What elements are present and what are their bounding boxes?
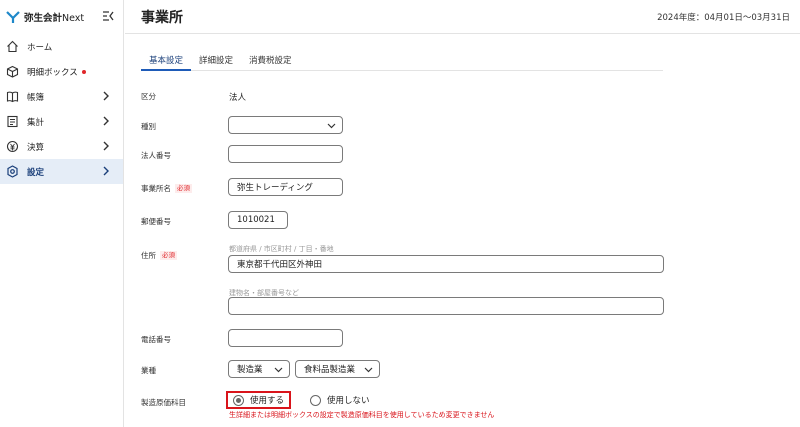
address-input-1[interactable]: 東京都千代田区外神田 [228,255,664,273]
sidebar-item-ledger[interactable]: 帳簿 [0,84,123,109]
chevron-down-icon [274,367,283,373]
collapse-sidebar-icon[interactable] [102,10,114,22]
radio-label: 使用する [250,396,285,406]
office-name-input[interactable]: 弥生トレーディング [228,178,343,196]
notification-dot [81,69,86,74]
tab-detail-settings[interactable]: 詳細設定 [191,49,241,71]
required-badge: 必須 [160,251,177,260]
main-content: 基本設定 詳細設定 消費税設定 区分 法人 種別 法人番号 事業所名 必須 弥生ト… [125,35,800,427]
radio-not-use[interactable]: 使用しない [305,391,375,409]
sidebar-item-settings[interactable]: 設定 [0,159,123,184]
tab-basic-settings[interactable]: 基本設定 [141,49,192,71]
box-icon [6,65,19,78]
type-label: 種別 [141,122,156,131]
sidebar-item-label: 設定 [27,167,45,178]
category-value: 法人 [229,93,247,103]
type-select[interactable] [228,116,343,134]
sheet-icon [7,115,18,128]
chevron-right-icon [103,141,109,151]
gear-icon [7,165,18,178]
industry-select-2[interactable]: 食料品製造業 [295,360,380,378]
sidebar-item-settlement[interactable]: 決算 [0,134,123,159]
industry-label: 業種 [141,366,156,375]
home-icon [7,40,18,53]
book-icon [6,91,19,103]
sidebar-item-label: ホーム [27,42,53,53]
corp-number-label: 法人番号 [141,151,171,160]
warning-message: 生詳細または明細ボックスの設定で製造原価科目を使用しているため変更できません [229,411,495,419]
sidebar-item-summary[interactable]: 集計 [0,109,123,134]
required-badge: 必須 [175,184,192,193]
tab-tax-settings[interactable]: 消費税設定 [241,49,300,71]
sidebar-item-home[interactable]: ホーム [0,34,123,59]
address-hint-1: 都道府県 / 市区町村 / 丁目・番地 [229,245,334,253]
tab-bar: 基本設定 詳細設定 消費税設定 [141,49,663,71]
postal-label: 郵便番号 [141,217,171,226]
sidebar-item-label: 集計 [27,117,45,128]
address-input-2[interactable] [228,297,664,315]
chevron-right-icon [103,116,109,126]
sidebar-item-label: 明細ボックス [27,67,78,78]
brand-name: 弥生会計Next [24,13,85,24]
chevron-right-icon [103,91,109,101]
sidebar-item-label: 決算 [27,142,45,153]
page-title: 事業所 [141,10,183,26]
office-name-label: 事業所名 必須 [141,184,192,193]
yayoi-logo-icon [6,11,20,23]
category-label: 区分 [141,92,156,101]
chevron-right-icon [103,166,109,176]
chevron-down-icon [327,123,336,129]
fiscal-year[interactable]: 2024年度：04月01日〜03月31日 [657,11,790,23]
chevron-down-icon [364,367,373,373]
settlement-icon [6,140,19,153]
sidebar: 弥生会計Next ホーム 明細ボックス 帳簿 集計 決算 設定 [0,0,124,427]
radio-label: 使用しない [327,396,370,406]
header: 事業所 2024年度：04月01日〜03月31日 [125,0,800,34]
phone-label: 電話番号 [141,335,171,344]
phone-input[interactable] [228,329,343,347]
manufacturing-cost-label: 製造原価科目 [141,398,186,407]
sidebar-item-label: 帳簿 [27,92,45,103]
sidebar-item-detail-box[interactable]: 明細ボックス [0,59,123,84]
radio-circle [233,394,244,406]
radio-use[interactable]: 使用する [226,391,292,409]
radio-circle [310,394,322,406]
address-label: 住所 必須 [141,251,177,260]
postal-input[interactable]: 1010021 [228,211,288,229]
manufacturing-cost-radio-group: 使用する 使用しない [226,391,375,409]
corp-number-input[interactable] [228,145,343,163]
industry-select-1[interactable]: 製造業 [228,360,290,378]
